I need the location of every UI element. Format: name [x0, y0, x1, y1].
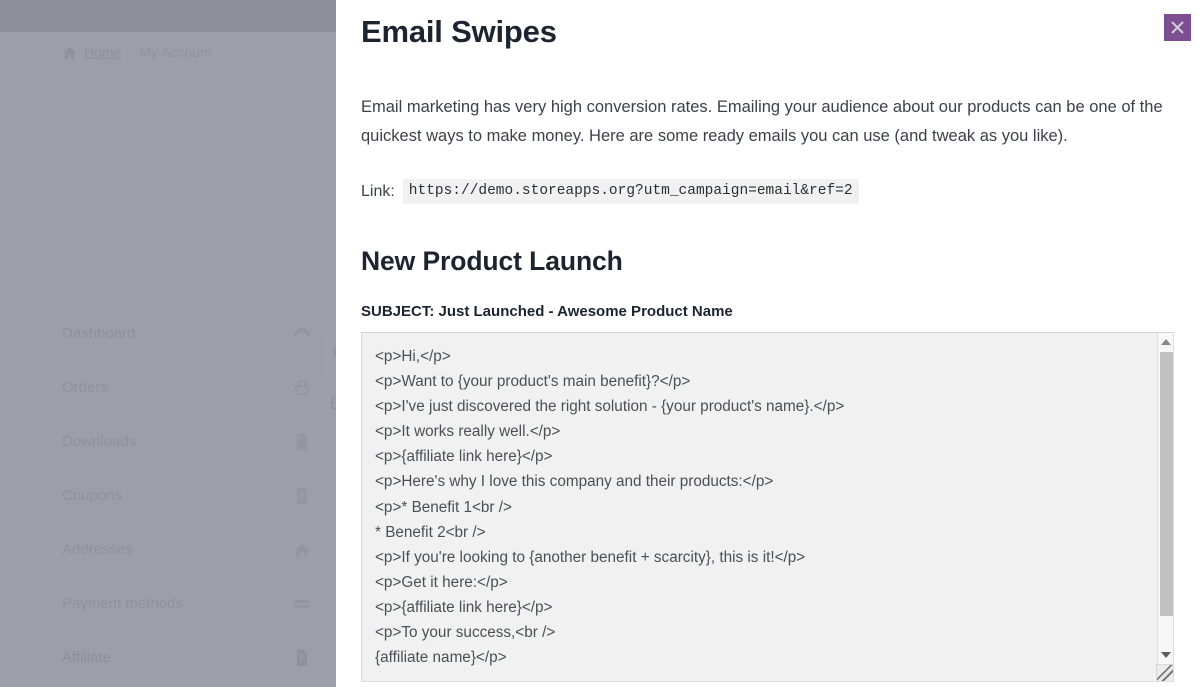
- link-label: Link:: [361, 182, 395, 200]
- modal-content: Email Swipes Email marketing has very hi…: [336, 0, 1199, 687]
- page-title: Email Swipes: [361, 14, 557, 49]
- scrollbar-thumb[interactable]: [1160, 352, 1173, 616]
- resize-grip-icon[interactable]: [1156, 664, 1173, 681]
- swipe-heading: New Product Launch: [361, 246, 623, 276]
- textarea-scrollbar[interactable]: [1157, 333, 1173, 681]
- email-swipes-modal: Email Swipes Email marketing has very hi…: [336, 0, 1199, 687]
- affiliate-link-value[interactable]: https://demo.storeapps.org?utm_campaign=…: [402, 179, 859, 204]
- caret-up-icon[interactable]: [1158, 333, 1174, 350]
- swipe-body-textarea[interactable]: <p>Hi,</p> <p>Want to {your product's ma…: [361, 332, 1174, 682]
- close-button[interactable]: [1164, 14, 1191, 41]
- affiliate-link-row: Link: https://demo.storeapps.org?utm_cam…: [361, 151, 1175, 204]
- close-x-icon: [1170, 20, 1185, 35]
- swipe-body-wrapper: <p>Hi,</p> <p>Want to {your product's ma…: [361, 332, 1174, 682]
- intro-paragraph: Email marketing has very high conversion…: [361, 98, 1163, 145]
- swipe-subject-line: SUBJECT: Just Launched - Awesome Product…: [361, 303, 733, 320]
- swipe-body-text: <p>Hi,</p> <p>Want to {your product's ma…: [375, 348, 845, 667]
- caret-down-icon[interactable]: [1158, 646, 1174, 663]
